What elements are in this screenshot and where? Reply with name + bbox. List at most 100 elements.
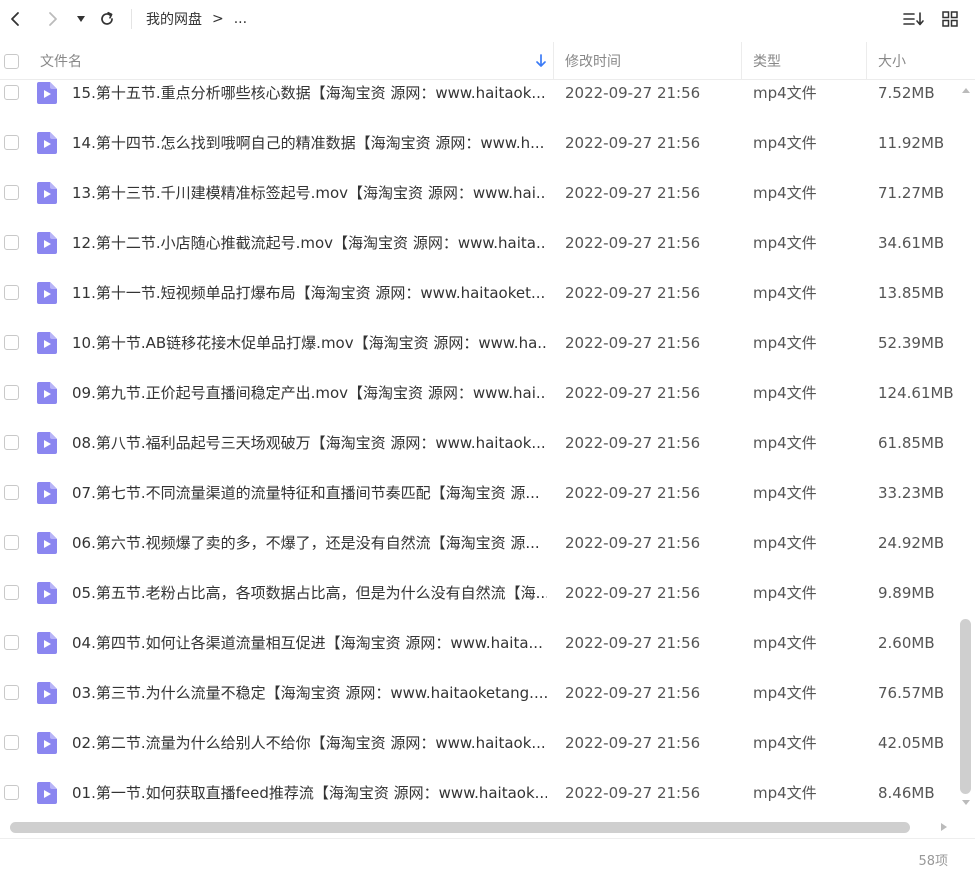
video-file-icon — [37, 232, 57, 254]
file-size: 2.60MB — [878, 634, 935, 652]
file-row[interactable]: 09.第九节.正价起号直播间稳定产出.mov【海淘宝资 源网：www.hai..… — [0, 368, 955, 418]
history-dropdown-button[interactable] — [72, 0, 90, 37]
file-name[interactable]: 08.第八节.福利品起号三天场观破万【海淘宝资 源网：www.haitaok..… — [72, 418, 547, 468]
file-row[interactable]: 01.第一节.如何获取直播feed推荐流【海淘宝资 源网：www.haitaok… — [0, 768, 955, 818]
grid-view-button[interactable] — [937, 0, 963, 37]
file-type: mp4文件 — [753, 384, 817, 402]
breadcrumb-root[interactable]: 我的网盘 — [146, 9, 202, 29]
row-checkbox[interactable] — [4, 285, 19, 300]
row-checkbox[interactable] — [4, 85, 19, 100]
row-checkbox[interactable] — [4, 135, 19, 150]
file-modified-date: 2022-09-27 21:56 — [565, 684, 701, 702]
video-file-icon — [37, 782, 57, 804]
file-name[interactable]: 15.第十五节.重点分析哪些核心数据【海淘宝资 源网：www.haitaok..… — [72, 68, 547, 118]
forward-button[interactable] — [40, 0, 66, 37]
row-checkbox[interactable] — [4, 385, 19, 400]
file-row[interactable]: 07.第七节.不同流量渠道的流量特征和直播间节奏匹配【海淘宝资 源... 2022… — [0, 468, 955, 518]
row-checkbox[interactable] — [4, 635, 19, 650]
file-modified-date: 2022-09-27 21:56 — [565, 734, 701, 752]
file-modified-date: 2022-09-27 21:56 — [565, 534, 701, 552]
horizontal-scrollbar[interactable] — [0, 818, 960, 836]
video-file-icon — [37, 732, 57, 754]
file-row[interactable]: 12.第十二节.小店随心推截流起号.mov【海淘宝资 源网：www.haita.… — [0, 218, 955, 268]
file-type: mp4文件 — [753, 84, 817, 102]
row-checkbox[interactable] — [4, 185, 19, 200]
file-name[interactable]: 12.第十二节.小店随心推截流起号.mov【海淘宝资 源网：www.haita.… — [72, 218, 547, 268]
row-checkbox[interactable] — [4, 335, 19, 350]
file-size: 42.05MB — [878, 734, 945, 752]
file-size: 61.85MB — [878, 434, 945, 452]
file-size: 9.89MB — [878, 584, 935, 602]
file-row[interactable]: 14.第十四节.怎么找到哦啊自己的精准数据【海淘宝资 源网：www.h... 20… — [0, 118, 955, 168]
row-checkbox[interactable] — [4, 235, 19, 250]
scroll-right-icon[interactable] — [940, 822, 948, 832]
video-file-icon — [37, 532, 57, 554]
file-row[interactable]: 05.第五节.老粉占比高，各项数据占比高，但是为什么没有自然流【海... 2022… — [0, 568, 955, 618]
breadcrumb: 我的网盘 > ... — [146, 0, 257, 37]
video-file-icon — [37, 432, 57, 454]
file-modified-date: 2022-09-27 21:56 — [565, 434, 701, 452]
file-name[interactable]: 04.第四节.如何让各渠道流量相互促进【海淘宝资 源网：www.haita... — [72, 618, 547, 668]
toolbar-divider — [131, 9, 132, 29]
scroll-down-icon[interactable] — [961, 799, 971, 807]
file-size: 8.46MB — [878, 784, 935, 802]
file-name[interactable]: 05.第五节.老粉占比高，各项数据占比高，但是为什么没有自然流【海... — [72, 568, 547, 618]
file-size: 124.61MB — [878, 384, 954, 402]
file-size: 34.61MB — [878, 234, 945, 252]
video-file-icon — [37, 582, 57, 604]
breadcrumb-separator: > — [212, 10, 224, 27]
file-name[interactable]: 03.第三节.为什么流量不稳定【海淘宝资 源网：www.haitaoketang… — [72, 668, 547, 718]
breadcrumb-more[interactable]: ... — [234, 11, 247, 27]
file-row[interactable]: 02.第二节.流量为什么给别人不给你【海淘宝资 源网：www.haitaok..… — [0, 718, 955, 768]
file-size: 76.57MB — [878, 684, 945, 702]
row-checkbox[interactable] — [4, 535, 19, 550]
file-name[interactable]: 09.第九节.正价起号直播间稳定产出.mov【海淘宝资 源网：www.hai..… — [72, 368, 547, 418]
file-name[interactable]: 06.第六节.视频爆了卖的多，不爆了，还是没有自然流【海淘宝资 源... — [72, 518, 547, 568]
row-checkbox[interactable] — [4, 485, 19, 500]
file-type: mp4文件 — [753, 534, 817, 552]
back-button[interactable] — [2, 0, 28, 37]
vertical-scroll-thumb[interactable] — [960, 619, 971, 794]
row-checkbox[interactable] — [4, 585, 19, 600]
video-file-icon — [37, 282, 57, 304]
sort-button[interactable] — [901, 0, 927, 37]
file-modified-date: 2022-09-27 21:56 — [565, 284, 701, 302]
file-name[interactable]: 10.第十节.AB链移花接木促单品打爆.mov【海淘宝资 源网：www.ha..… — [72, 318, 547, 368]
row-checkbox[interactable] — [4, 735, 19, 750]
file-size: 52.39MB — [878, 334, 945, 352]
refresh-button[interactable] — [95, 0, 119, 37]
file-row[interactable]: 03.第三节.为什么流量不稳定【海淘宝资 源网：www.haitaoketang… — [0, 668, 955, 718]
file-type: mp4文件 — [753, 234, 817, 252]
file-row[interactable]: 11.第十一节.短视频单品打爆布局【海淘宝资 源网：www.haitaoket.… — [0, 268, 955, 318]
item-count: 58项 — [918, 854, 948, 869]
file-name[interactable]: 11.第十一节.短视频单品打爆布局【海淘宝资 源网：www.haitaoket.… — [72, 268, 547, 318]
file-type: mp4文件 — [753, 684, 817, 702]
file-name[interactable]: 01.第一节.如何获取直播feed推荐流【海淘宝资 源网：www.haitaok… — [72, 768, 547, 818]
file-row[interactable]: 06.第六节.视频爆了卖的多，不爆了，还是没有自然流【海淘宝资 源... 2022… — [0, 518, 955, 568]
video-file-icon — [37, 382, 57, 404]
file-name[interactable]: 13.第十三节.千川建模精准标签起号.mov【海淘宝资 源网：www.hai..… — [72, 168, 547, 218]
file-row[interactable]: 15.第十五节.重点分析哪些核心数据【海淘宝资 源网：www.haitaok..… — [0, 68, 955, 118]
row-checkbox[interactable] — [4, 435, 19, 450]
file-row[interactable]: 08.第八节.福利品起号三天场观破万【海淘宝资 源网：www.haitaok..… — [0, 418, 955, 468]
file-type: mp4文件 — [753, 134, 817, 152]
file-modified-date: 2022-09-27 21:56 — [565, 384, 701, 402]
video-file-icon — [37, 82, 57, 104]
row-checkbox[interactable] — [4, 785, 19, 800]
file-row[interactable]: 04.第四节.如何让各渠道流量相互促进【海淘宝资 源网：www.haita...… — [0, 618, 955, 668]
video-file-icon — [37, 632, 57, 654]
file-row[interactable]: 10.第十节.AB链移花接木促单品打爆.mov【海淘宝资 源网：www.ha..… — [0, 318, 955, 368]
row-checkbox[interactable] — [4, 685, 19, 700]
file-size: 24.92MB — [878, 534, 945, 552]
file-row[interactable]: 13.第十三节.千川建模精准标签起号.mov【海淘宝资 源网：www.hai..… — [0, 168, 955, 218]
video-file-icon — [37, 332, 57, 354]
file-modified-date: 2022-09-27 21:56 — [565, 634, 701, 652]
scroll-up-icon[interactable] — [961, 86, 971, 94]
file-name[interactable]: 02.第二节.流量为什么给别人不给你【海淘宝资 源网：www.haitaok..… — [72, 718, 547, 768]
file-type: mp4文件 — [753, 734, 817, 752]
file-name[interactable]: 07.第七节.不同流量渠道的流量特征和直播间节奏匹配【海淘宝资 源... — [72, 468, 547, 518]
file-type: mp4文件 — [753, 784, 817, 802]
vertical-scrollbar[interactable] — [957, 83, 975, 811]
horizontal-scroll-thumb[interactable] — [10, 822, 910, 833]
file-name[interactable]: 14.第十四节.怎么找到哦啊自己的精准数据【海淘宝资 源网：www.h... — [72, 118, 547, 168]
